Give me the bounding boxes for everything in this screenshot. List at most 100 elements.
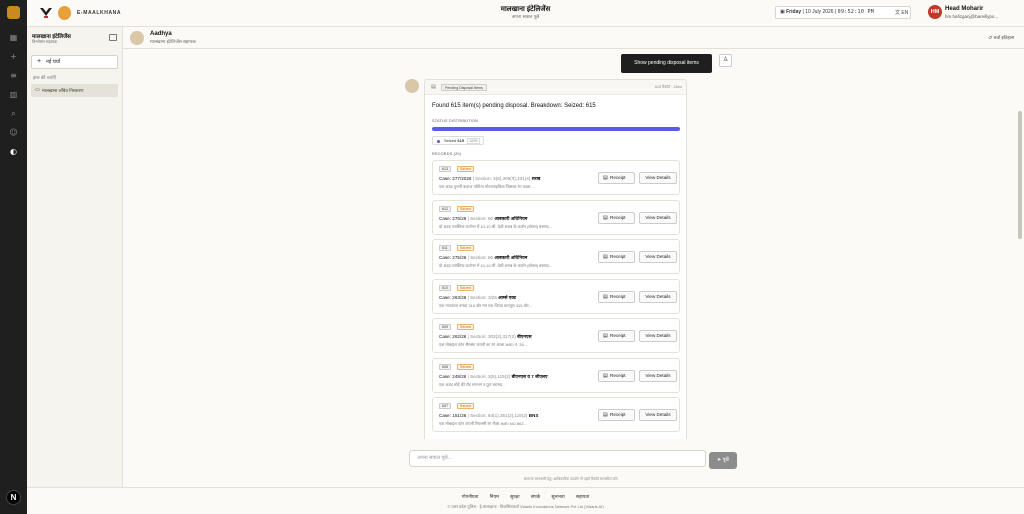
page-footer: गोपनीयता नियम सुरक्षा संपर्क सुलभता सहाय… [27,487,1024,514]
profile-avatar[interactable]: N [6,490,21,505]
record-case: Case: 276/26 | Section: 60 आबकारी अधिनिय… [439,216,599,222]
receipt-label: Receipt [610,293,626,299]
send-icon: ➤ [717,457,722,463]
footer-link-accessibility[interactable]: सुलभता [551,494,564,499]
record-case: Case: 275/26 | Section: 60 आबकारी अधिनिय… [439,255,599,261]
scrollbar-thumb[interactable] [1018,111,1022,239]
footer-link-contact[interactable]: संपर्क [531,494,540,499]
add-icon[interactable]: + [9,52,18,61]
record-description: दो अदद प्लास्टिक कन्टेनर में 10-10 ली. द… [439,223,552,229]
receipt-button[interactable]: ▤ Receipt [598,409,635,421]
chat-input[interactable]: अपना सवाल पूछें... [409,450,706,467]
receipt-button[interactable]: ▤ Receipt [598,211,635,224]
record-status-badge: Seized [457,324,474,330]
user-message-avatar-icon: ♙ [719,54,732,67]
record-row: 613 Seized Case: 277/2026 | Section: 3(5),… [432,160,680,195]
document-icon: ▤ [603,175,608,181]
record-number: 607 [439,403,451,409]
intelligence-icon[interactable]: ◐ [9,147,18,156]
record-row: 608 Seized Case: 248/26 | Section: 3(5),11… [432,357,680,393]
record-case: Case: 151/26 | Section: 64(1),351(2),115… [439,413,599,418]
record-case-number: Case: 248/26 [439,373,467,379]
send-button[interactable]: ➤ पूछें [709,452,737,469]
analytics-icon[interactable]: ▥ [9,90,18,99]
list-icon[interactable]: ≡ [9,71,18,80]
chat-messages[interactable]: Show pending disposal items ♙ ▤ Pending … [123,49,1019,439]
receipt-button[interactable]: ▤ Receipt [598,369,635,382]
view-details-button[interactable]: View Details [639,290,677,303]
record-section: | Section: 303(2),317(2) [466,334,518,339]
record-case: Case: 248/26 | Section: 3(5),115(2) बीएन… [439,374,599,380]
receipt-label: Receipt [610,412,626,417]
record-section: | Section: 3/25 [466,294,499,300]
receipt-label: Receipt [610,254,626,259]
record-description: दो अदद प्लास्टिक कन्टेनर में 10-10 ली. द… [439,263,552,268]
new-chat-label: नई चर्चा [46,59,61,65]
chat-history-button[interactable]: ↺ चर्चा इतिहास [988,35,1014,41]
view-details-button[interactable]: View Details [639,251,677,263]
receipt-button[interactable]: ▤ Receipt [598,290,635,303]
receipt-button[interactable]: ▤ Receipt [598,251,635,263]
assistant-name: Aadhya [150,31,172,37]
record-status-badge: Seized [457,403,474,409]
result-card-header: ▤ Pending Disposal Items 615 रिकॉर्ड · 1… [425,80,686,95]
record-status-badge: Seized [457,245,474,251]
date-day: Friday [786,9,802,15]
view-details-button[interactable]: View Details [639,172,677,184]
top-header: E-MAALKHANA मालखाना इंटेलिजेंस अपना सवाल… [27,0,1024,27]
language-toggle[interactable]: 文 EN [895,9,908,16]
search-icon[interactable]: ⌕ [9,109,18,118]
record-description: एक मोबाइल फोन कंपनी रियलमी रंग नीला IMEI… [439,421,527,426]
record-number: 608 [439,363,451,370]
history-icon: ↺ [988,35,993,40]
status-distribution-bar [432,127,680,131]
record-number: 612 [439,205,451,212]
assistant-role: मालखाना इंटेलिजेंस सहायक [150,39,196,44]
sidebar-toggle-icon[interactable] [109,34,117,41]
document-icon: ▤ [603,214,608,221]
legend-name: Seized [444,138,457,143]
date-time-display: ▣ Friday | 10 July 2026 | 09:52:10 PM [775,6,911,19]
sidebar-item-label: मालखाना लंबित निस्तारण [42,88,84,93]
document-icon: ▤ [603,293,608,300]
record-row: 610 Seized Case: 263/26 | Section: 3/25 आर… [432,278,680,314]
receipt-label: Receipt [610,372,626,378]
record-section: | Section: 3(5),305(ए),331(4) [471,176,532,181]
plus-icon: + [37,58,42,65]
record-description: एक नाजायज तमंचा 315 बोर मय एक जिन्दा कार… [439,302,532,308]
clock-time: 09:52:10 PM [837,9,875,15]
result-meta: 615 रिकॉर्ड · 13ms [655,85,682,89]
record-section: | Section: 64(1),351(2),115(2) [466,413,529,418]
record-description: एक अदद पुरानी बजाज प्लेटिना मोटरसाइकिल ज… [439,184,534,189]
footer-link-help[interactable]: सहायता [576,494,589,499]
chat-header: Aadhya मालखाना इंटेलिजेंस सहायक ↺ चर्चा … [123,27,1024,49]
send-label: पूछें [722,457,729,463]
users-icon[interactable]: ☺ [9,128,18,137]
status-distribution-label: STATUS DISTRIBUTION [432,119,479,123]
user-avatar[interactable]: HM [928,5,942,19]
chat-scrollbar[interactable] [1018,49,1022,439]
dashboard-icon[interactable]: ▦ [9,33,18,42]
disclaimer-text: सामान्य जानकारी हेतु। आधिकारिक उपयोग से … [523,477,619,481]
record-number: 610 [439,284,451,291]
footer-link-security[interactable]: सुरक्षा [510,494,519,499]
app-logo-icon[interactable] [7,6,20,19]
view-details-button[interactable]: View Details [639,211,677,224]
receipt-button[interactable]: ▤ Receipt [598,330,635,342]
view-details-button[interactable]: View Details [639,369,677,382]
receipt-button[interactable]: ▤ Receipt [598,172,635,184]
record-number: 611 [439,245,451,251]
footer-link-terms[interactable]: नियम [490,494,499,499]
view-details-button[interactable]: View Details [639,409,677,421]
document-icon: ▤ [603,372,608,379]
sidebar-item-chat[interactable]: ▭ मालखाना लंबित निस्तारण [31,84,118,97]
record-number: 613 [439,166,451,172]
user-message-bubble: Show pending disposal items [621,54,712,73]
legend-count: 615 [457,138,465,143]
new-chat-button[interactable]: + नई चर्चा [31,55,118,69]
record-description: एक अदद लोहे की रॉड लगभग 3 फुट बरामद... [439,381,506,387]
user-email: hm.hafizganj@bareillypo... [945,14,999,19]
footer-link-privacy[interactable]: गोपनीयता [462,494,479,499]
view-details-button[interactable]: View Details [639,330,677,342]
document-icon: ▤ [603,254,608,260]
